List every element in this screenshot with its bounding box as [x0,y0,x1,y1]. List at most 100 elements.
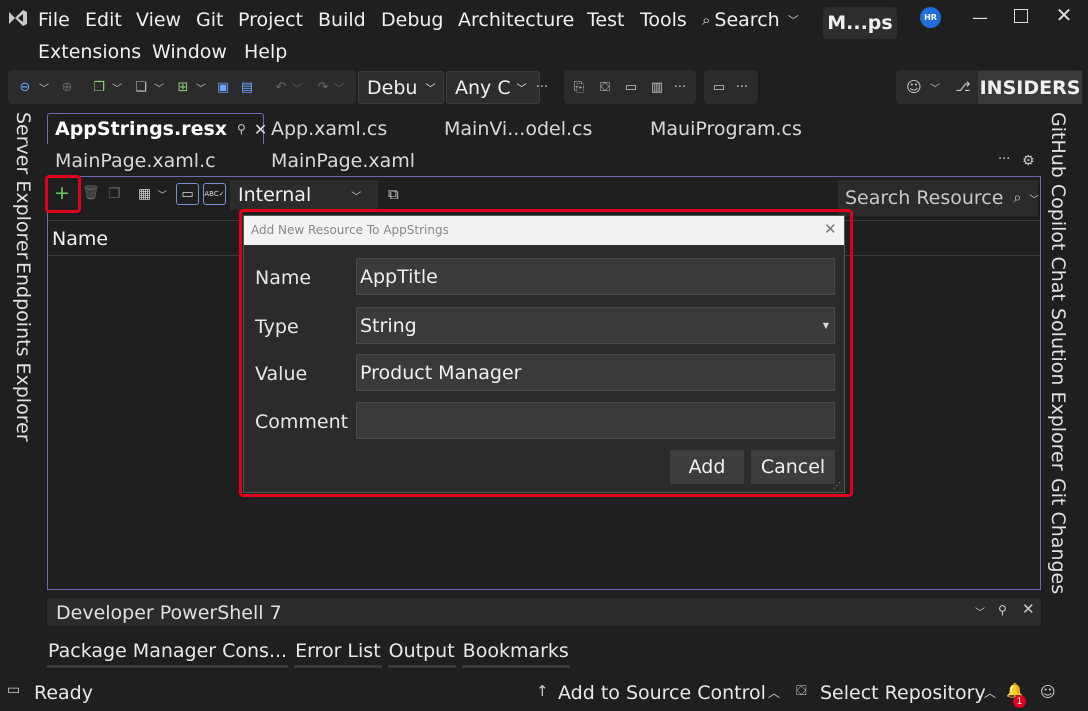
feedback-icon[interactable]: ☺ [1040,683,1056,701]
bottom-tab-3[interactable]: Bookmarks [461,636,570,668]
tab-mauiprogram-cs[interactable]: MauiProgram.cs [650,118,802,140]
menu-help[interactable]: Help [244,41,287,63]
avatar[interactable]: HR [920,7,941,28]
menu-architecture[interactable]: Architecture [458,9,574,31]
repository-icon: ⛋ [796,683,807,699]
open-file-icon[interactable]: ❏ [132,79,150,95]
close-button[interactable]: ✕ [1054,3,1074,27]
name-field[interactable]: AppTitle [356,258,835,295]
menu-extensions[interactable]: Extensions [38,41,141,63]
minimize-button[interactable]: — [968,8,992,27]
menu-git[interactable]: Git [196,9,223,31]
dialog-titlebar: Add New Resource To AppStrings ✕ [244,216,844,245]
tab-overflow-icon[interactable]: ··· [998,152,1010,167]
close-icon[interactable]: ✕ [254,120,267,139]
terminal-icon[interactable]: ▭ [622,79,640,95]
redo-icon[interactable]: ↷ [314,79,332,95]
pin-icon[interactable]: ⚲ [237,122,246,136]
solution-explorer-tab[interactable]: Solution Explorer [1047,308,1069,471]
menu-project[interactable]: Project [238,9,303,31]
chevron-down-icon[interactable]: ﹀ [930,79,940,95]
value-field[interactable]: Product Manager [356,354,835,391]
delete-icon[interactable]: 🗑 [82,185,100,201]
configuration-dropdown[interactable]: Debu ﹀ [358,71,444,104]
menu-tools[interactable]: Tools [640,9,687,31]
chevron-down-icon[interactable]: ﹀ [196,79,206,95]
tab-mainviewmodel-cs[interactable]: MainVi...odel.cs [444,118,592,140]
bottom-tab-1[interactable]: Error List [294,636,382,668]
copilot-icon[interactable]: ☺ [904,78,924,96]
comment-icon[interactable]: ▭ [176,183,199,205]
share-icon[interactable]: ⎇ [954,79,972,95]
new-project-icon[interactable]: ❐ [90,79,108,95]
add-to-source-control[interactable]: Add to Source Control [558,682,766,704]
save-all-icon[interactable]: ▤ [238,79,256,95]
undo-icon[interactable]: ↶ [272,79,290,95]
type-dropdown-value: String [360,314,417,337]
menu-build[interactable]: Build [318,9,366,31]
search-icon: ⌕ [1013,190,1022,206]
menu-edit[interactable]: Edit [85,9,122,31]
resize-grip-icon[interactable]: ⋰ [833,481,841,490]
tab-mainpage-xaml[interactable]: MainPage.xaml [271,150,415,172]
search-box[interactable]: ⌕ Search ﹀ [702,9,799,31]
multi-view-icon[interactable]: ⧉ [388,185,399,203]
menu-file[interactable]: File [38,9,70,31]
deploy-icon[interactable]: ⎘ [570,79,588,95]
chevron-down-icon[interactable]: ﹀ [158,188,167,201]
tab-appstrings-resx[interactable]: AppStrings.resx ⚲ ✕ [47,113,267,144]
git-changes-tab[interactable]: Git Changes [1047,478,1069,594]
bottom-tab-2[interactable]: Output [387,636,456,668]
copy-icon[interactable]: ❐ [108,186,121,202]
chevron-down-icon[interactable]: ﹀ [975,604,985,619]
more-icon[interactable]: ··· [672,79,688,95]
column-header-name[interactable]: Name [52,228,108,250]
add-item-icon[interactable]: ⊞ [174,79,192,95]
bottom-tab-label: Bookmarks [462,639,569,662]
grid-view-icon[interactable]: ▦ [138,186,151,202]
endpoints-explorer-tab[interactable]: Endpoints Explorer [12,262,34,442]
platform-dropdown[interactable]: Any C ﹀ [446,71,540,104]
chevron-up-icon[interactable]: ︿ [768,684,780,701]
chevron-down-icon[interactable]: ﹀ [39,79,49,95]
forward-icon[interactable]: ⊕ [58,79,76,95]
select-repository[interactable]: Select Repository [820,682,986,704]
spellcheck-icon[interactable]: ABC✓ [203,183,226,205]
bottom-tab-label: Package Manager Cons... [48,639,288,662]
add-button[interactable]: Add [670,450,744,484]
resource-search-box[interactable]: Search Resource ⌕ ﹀ [838,180,1038,216]
pin-icon[interactable]: ⚲ [998,603,1007,617]
maximize-button[interactable] [1014,9,1028,23]
close-icon[interactable]: ✕ [1022,600,1035,618]
type-dropdown[interactable]: String ▼ [356,307,835,344]
more-icon[interactable]: ··· [534,79,550,95]
access-modifier-dropdown[interactable]: Internal ﹀ [230,180,378,210]
chevron-down-icon[interactable]: ﹀ [334,79,344,95]
tab-mainpage-xaml-cs[interactable]: MainPage.xaml.c [55,150,216,172]
chevron-down-icon[interactable]: ﹀ [154,79,164,95]
menu-view[interactable]: View [136,9,181,31]
add-resource-icon[interactable]: + [54,182,70,204]
comment-field[interactable] [356,402,835,439]
chevron-down-icon: ﹀ [787,14,799,27]
solution-name-badge[interactable]: M...ps [823,7,897,39]
github-copilot-chat-tab[interactable]: GitHub Copilot Chat [1047,112,1069,301]
save-icon[interactable]: ▣ [214,79,232,95]
menu-debug[interactable]: Debug [381,9,443,31]
chevron-down-icon[interactable]: ﹀ [292,79,302,95]
settings-gear-icon[interactable]: ⚙ [1022,153,1035,169]
chevron-up-icon[interactable]: ︿ [984,684,996,701]
dialog-close-icon[interactable]: ✕ [824,220,837,238]
tab-app-xaml-cs[interactable]: App.xaml.cs [271,118,387,140]
server-explorer-tab[interactable]: Server Explorer [12,112,34,259]
bottom-tab-0[interactable]: Package Manager Cons... [47,636,289,668]
package-icon[interactable]: ⛋ [596,79,614,95]
monitor-icon[interactable]: ▭ [710,79,728,95]
more-icon[interactable]: ··· [734,79,750,95]
menu-test[interactable]: Test [587,9,624,31]
cancel-button[interactable]: Cancel [751,450,835,484]
back-icon[interactable]: ⊖ [16,79,34,95]
menu-window[interactable]: Window [152,41,227,63]
layout-icon[interactable]: ▥ [648,79,666,95]
chevron-down-icon[interactable]: ﹀ [112,79,122,95]
